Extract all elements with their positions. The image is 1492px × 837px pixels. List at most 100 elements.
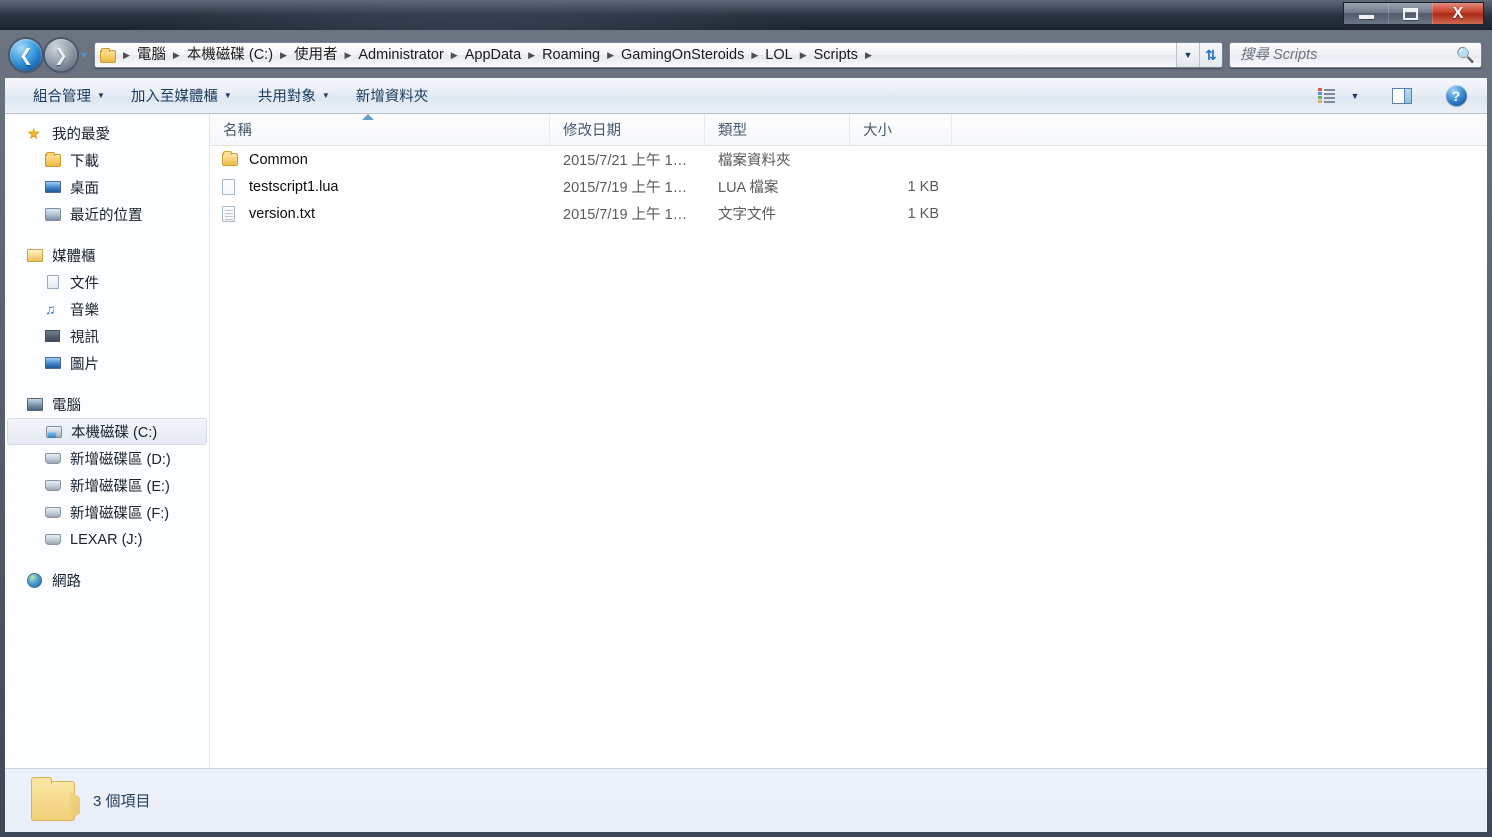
main-content: ★ 我的最愛 下載 桌面 最近的位置媒體櫃文件 ♫ 音樂 視訊 圖片電腦本機磁碟 (C:) 新增磁… [5,114,1487,768]
cell-type: 檔案資料夾 [718,153,791,169]
minimize-button[interactable] [1344,3,1388,24]
download-folder-icon [45,152,63,169]
cell-type: 文字文件 [718,207,776,223]
nav-header-媒體櫃[interactable]: 媒體櫃 [5,242,209,269]
sidebar-item-新增磁碟區-(f-)[interactable]: 新增磁碟區 (F:) [5,499,209,526]
explorer-window: X ❮ ❯ ▼ ▶ 電腦 ▶ 本機磁碟 (C:) ▶ 使用者 ▶ Administrator ▶… [0,0,1492,837]
address-dropdown-button[interactable]: ▼ [1176,43,1199,67]
breadcrumb-item[interactable]: LOL [760,43,797,67]
sidebar-item-文件[interactable]: 文件 [5,269,209,296]
forward-button[interactable]: ❯ [45,39,77,71]
file-name: Common [249,151,308,168]
desktop-icon [45,179,63,196]
file-list-pane[interactable]: 名稱 修改日期 類型 大小 Common 2015/7/21 上午 1… 檔案資料夾… [210,114,1487,768]
table-row[interactable]: testscript1.lua 2015/7/19 上午 1… LUA 檔案 1 KB [210,173,1487,200]
title-bar-glow [120,0,820,30]
table-row[interactable]: Common 2015/7/21 上午 1… 檔案資料夾 [210,146,1487,173]
cell-size: 1 KB [907,205,939,222]
breadcrumb-item[interactable]: Roaming [537,43,605,67]
help-button[interactable]: ? [1439,83,1473,109]
sidebar-item-下載[interactable]: 下載 [5,147,209,174]
drive-icon [45,504,63,521]
chevron-down-icon: ▼ [1350,90,1360,101]
music-icon: ♫ [45,301,56,317]
breadcrumb-item[interactable]: AppData [460,43,526,67]
sidebar-item-label: 本機磁碟 (C:) [71,425,158,441]
minimize-icon [1358,15,1374,19]
sidebar-item-label: 新增磁碟區 (E:) [70,479,170,495]
preview-pane-button[interactable] [1385,83,1419,109]
status-bar: 3 個項目 [5,768,1487,832]
computer-icon [27,396,45,413]
sidebar-item-新增磁碟區-(e-)[interactable]: 新增磁碟區 (E:) [5,472,209,499]
nav-group: 電腦本機磁碟 (C:) 新增磁碟區 (D:) 新增磁碟區 (E:) 新增磁碟區 (F:… [5,391,209,553]
nav-label: 媒體櫃 [52,249,96,265]
breadcrumb-item[interactable]: GamingOnSteroids [616,43,749,67]
cell-date: 2015/7/21 上午 1… [563,153,688,169]
nav-header-我的最愛[interactable]: ★ 我的最愛 [5,120,209,147]
toolbar-label: 共用對象 [257,89,316,105]
navigation-pane[interactable]: ★ 我的最愛 下載 桌面 最近的位置媒體櫃文件 ♫ 音樂 視訊 圖片電腦本機磁碟 (C:) 新增磁… [5,114,210,768]
sidebar-item-新增磁碟區-(d-)[interactable]: 新增磁碟區 (D:) [5,445,209,472]
cell-name: testscript1.lua [210,178,550,195]
maximize-icon [1403,7,1418,20]
nav-header-電腦[interactable]: 電腦 [5,391,209,418]
chevron-down-icon: ▼ [223,91,232,100]
toolbar-label: 新增資料夾 [355,89,429,105]
breadcrumb-separator[interactable]: ▶ [863,50,874,61]
sidebar-item-lexar-(j-)[interactable]: LEXAR (J:) [5,526,209,553]
maximize-button[interactable] [1388,3,1432,24]
toolbar-item-add-to-library[interactable]: 加入至媒體櫃 ▼ [121,83,242,109]
column-header-date[interactable]: 修改日期 [550,114,705,145]
refresh-icon: ⇅ [1205,46,1217,63]
breadcrumb-item[interactable]: Scripts [809,43,863,67]
toolbar-item-organize[interactable]: 組合管理 ▼ [23,83,115,109]
breadcrumb-item[interactable]: 本機磁碟 (C:) [182,43,278,67]
close-button[interactable]: X [1432,3,1483,24]
pictures-icon [45,355,63,372]
breadcrumb-item[interactable]: 電腦 [132,43,171,67]
nav-label: 我的最愛 [52,127,110,143]
chevron-down-icon: ▼ [97,91,105,100]
toolbar-item-share-with[interactable]: 共用對象 ▼ [248,83,340,109]
toolbar-label: 組合管理 [33,89,91,105]
search-input[interactable] [1240,47,1457,63]
command-toolbar: 組合管理 ▼ 加入至媒體櫃 ▼ 共用對象 ▼ 新增資料夾 ▼ ? [5,78,1487,114]
toolbar-item-new-folder[interactable]: 新增資料夾 [346,83,439,109]
table-row[interactable]: version.txt 2015/7/19 上午 1… 文字文件 1 KB [210,200,1487,227]
breadcrumb-item[interactable]: Administrator [353,43,448,67]
history-dropdown-button[interactable]: ▼ [77,39,91,71]
window-controls: X [1343,2,1484,25]
file-rows: Common 2015/7/21 上午 1… 檔案資料夾 testscript1.lu… [210,146,1487,227]
address-folder-icon [95,47,121,63]
status-text: 3 個項目 [93,793,151,810]
title-bar: X [0,0,1492,30]
column-header-type[interactable]: 類型 [705,114,850,145]
folder-icon [222,151,241,168]
column-header-name[interactable]: 名稱 [210,114,550,145]
nav-label: 網路 [52,574,81,590]
refresh-button[interactable]: ⇅ [1199,43,1222,67]
folder-icon [100,47,116,63]
sidebar-item-本機磁碟-(c-)[interactable]: 本機磁碟 (C:) [7,418,207,445]
change-view-button[interactable] [1309,83,1343,109]
sidebar-item-桌面[interactable]: 桌面 [5,174,209,201]
sidebar-item-音樂[interactable]: ♫ 音樂 [5,296,209,323]
chevron-down-icon: ▼ [79,50,89,60]
recent-places-icon [45,206,63,223]
nav-header-網路[interactable]: 網路 [5,567,209,594]
breadcrumb-item[interactable]: 使用者 [289,43,343,67]
sidebar-item-圖片[interactable]: 圖片 [5,350,209,377]
column-header-size[interactable]: 大小 [850,114,952,145]
search-box[interactable]: 🔍 [1229,42,1482,68]
view-dropdown-button[interactable]: ▼ [1343,83,1367,109]
chevron-down-icon: ▼ [321,91,330,100]
drive-icon [45,477,63,494]
address-bar[interactable]: ▶ 電腦 ▶ 本機磁碟 (C:) ▶ 使用者 ▶ Administrator ▶ AppData ▶… [94,42,1223,68]
cell-name: Common [210,151,550,168]
sidebar-item-最近的位置[interactable]: 最近的位置 [5,201,209,228]
sidebar-item-label: 新增磁碟區 (F:) [70,506,170,522]
back-button[interactable]: ❮ [10,39,42,71]
sidebar-item-視訊[interactable]: 視訊 [5,323,209,350]
cell-type: LUA 檔案 [718,180,779,196]
